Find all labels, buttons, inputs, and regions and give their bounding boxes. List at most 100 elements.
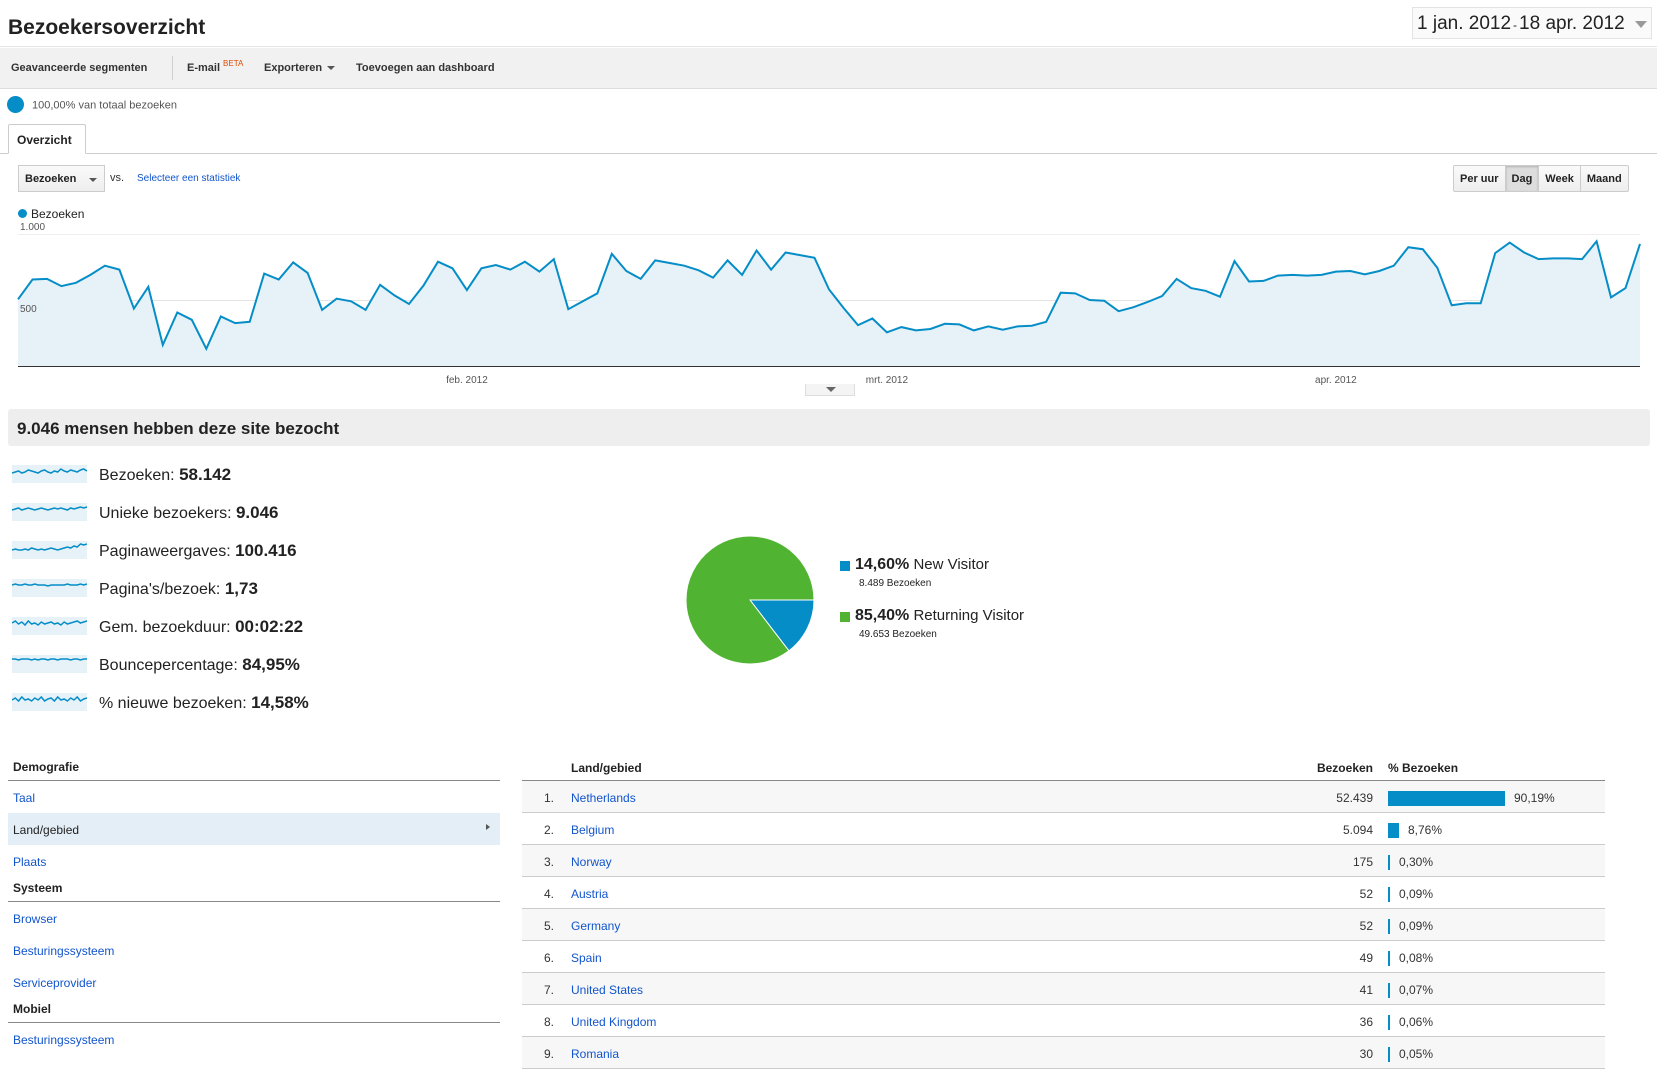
metric-value: 1,73: [224, 579, 258, 598]
pie-sub-new: 8.489 Bezoeken: [859, 578, 932, 589]
row-rank: 2.: [544, 823, 555, 837]
collapse-chart-handle[interactable]: [805, 384, 855, 396]
add-to-dashboard-button[interactable]: Toevoegen aan dashboard: [356, 62, 495, 74]
x-tick-label: apr. 2012: [1315, 375, 1357, 386]
row-country-link[interactable]: Germany: [571, 919, 620, 933]
metric-value: 00:02:22: [235, 617, 304, 636]
metric-unique-visitors: Unieke bezoekers: 9.046: [99, 503, 279, 523]
sparkline-avg-duration: [12, 617, 87, 635]
row-country-link[interactable]: Romania: [571, 1047, 619, 1061]
row-pct: 0,09%: [1399, 887, 1434, 901]
export-label: Exporteren: [264, 62, 323, 74]
row-pct-bar: [1388, 791, 1505, 806]
metric-new-visits: % nieuwe bezoeken: 14,58%: [99, 693, 309, 713]
metric-value: 14,58%: [251, 693, 309, 712]
y-tick-label: 1.000: [20, 222, 45, 233]
segment-label: 100,00% van totaal bezoeken: [32, 99, 177, 112]
metric-label: Bezoeken:: [99, 467, 175, 484]
metric-value: 58.142: [179, 465, 232, 484]
row-visits: 175: [1352, 855, 1373, 869]
email-button[interactable]: E-mail BETA: [187, 59, 243, 74]
row-rank: 7.: [544, 983, 555, 997]
nav-item-os[interactable]: Besturingssysteem: [8, 934, 500, 966]
granularity-week-button[interactable]: Week: [1539, 166, 1581, 191]
advanced-segments-button[interactable]: Geavanceerde segmenten: [11, 62, 147, 74]
export-button[interactable]: Exporteren: [264, 62, 336, 74]
toolbar-divider: [172, 56, 173, 80]
table-row: 1. Netherlands 52.439 90,19%: [522, 781, 1605, 813]
row-pct-bar: [1388, 1015, 1390, 1030]
row-rank: 8.: [544, 1015, 555, 1029]
row-rank: 5.: [544, 919, 555, 933]
nav-item-mobile-os[interactable]: Besturingssysteem: [8, 1023, 500, 1055]
metric-bounce-rate: Bouncepercentage: 84,95%: [99, 655, 300, 675]
pie-icon: [7, 96, 24, 113]
date-range-picker[interactable]: 1 jan. 2012-18 apr. 2012: [1412, 7, 1652, 39]
row-rank: 4.: [544, 887, 555, 901]
nav-heading-mobile: Mobiel: [8, 998, 500, 1023]
chevron-down-icon: [826, 387, 836, 392]
chart-legend: Bezoeken: [18, 207, 84, 221]
row-pct-bar: [1388, 919, 1390, 934]
dimension-nav: Demografie Taal Land/gebied Plaats Syste…: [8, 756, 500, 1055]
visits-line-chart: 1.000 500 feb. 2012 mrt. 2012 apr. 2012: [17, 222, 1641, 386]
row-country-link[interactable]: Netherlands: [571, 791, 636, 805]
pie-sub-returning: 49.653 Bezoeken: [859, 629, 937, 640]
granularity-hourly-button[interactable]: Per uur: [1454, 166, 1506, 191]
sparkline-unique-visitors: [12, 503, 87, 521]
nav-item-label: Land/gebied: [13, 823, 80, 837]
row-country-link[interactable]: Spain: [571, 951, 602, 965]
date-separator: -: [1513, 18, 1518, 32]
table-header: Land/gebied Bezoeken % Bezoeken: [522, 756, 1605, 781]
row-rank: 1.: [544, 791, 555, 805]
row-country-link[interactable]: Norway: [571, 855, 612, 869]
row-country-link[interactable]: Austria: [571, 887, 608, 901]
select-metric-link[interactable]: Selecteer een statistiek: [137, 173, 240, 184]
tab-bar-line: [0, 153, 1657, 154]
row-visits: 49: [1359, 951, 1373, 965]
metric-dropdown[interactable]: Bezoeken: [18, 165, 105, 192]
nav-item-provider[interactable]: Serviceprovider: [8, 966, 500, 998]
col-header-pct[interactable]: % Bezoeken: [1388, 761, 1458, 775]
col-header-country[interactable]: Land/gebied: [571, 761, 642, 775]
row-rank: 9.: [544, 1047, 555, 1061]
metric-value: 9.046: [235, 503, 279, 522]
x-tick-label: feb. 2012: [446, 375, 488, 386]
table-row: 7. United States 41 0,07%: [522, 973, 1605, 1005]
row-country-link[interactable]: United Kingdom: [571, 1015, 656, 1029]
granularity-month-button[interactable]: Maand: [1581, 166, 1628, 191]
row-pct: 90,19%: [1514, 791, 1555, 805]
table-row: 5. Germany 52 0,09%: [522, 909, 1605, 941]
metric-label: Gem. bezoekduur:: [99, 619, 231, 636]
sparkline-bg: [12, 693, 87, 711]
col-header-visits[interactable]: Bezoeken: [1317, 761, 1373, 775]
chevron-down-icon[interactable]: [1635, 21, 1647, 28]
email-label: E-mail: [187, 62, 221, 74]
row-country-link[interactable]: Belgium: [571, 823, 614, 837]
row-pct: 0,30%: [1399, 855, 1434, 869]
table-row: 6. Spain 49 0,08%: [522, 941, 1605, 973]
row-pct-bar: [1388, 823, 1399, 838]
metric-label: Pagina's/bezoek:: [99, 581, 221, 598]
row-visits: 41: [1359, 983, 1373, 997]
metric-avg-duration: Gem. bezoekduur: 00:02:22: [99, 617, 303, 637]
vs-label: vs.: [110, 172, 125, 184]
segment-indicator[interactable]: 100,00% van totaal bezoeken: [7, 96, 177, 114]
sparkline-bg: [12, 579, 87, 597]
x-tick-label: mrt. 2012: [866, 375, 909, 386]
row-pct-bar: [1388, 1047, 1390, 1062]
row-country-link[interactable]: United States: [571, 983, 643, 997]
sparkline-bg: [12, 617, 87, 635]
nav-item-city[interactable]: Plaats: [8, 845, 500, 877]
nav-item-browser[interactable]: Browser: [8, 902, 500, 934]
nav-item-country[interactable]: Land/gebied: [8, 813, 500, 845]
row-pct: 0,08%: [1399, 951, 1434, 965]
sparkline-bg: [12, 465, 87, 483]
granularity-day-button[interactable]: Dag: [1505, 166, 1540, 191]
metric-label: Bezoeken: [25, 173, 77, 185]
legend-swatch-returning: [840, 612, 850, 622]
tab-overview[interactable]: Overzicht: [8, 124, 86, 154]
nav-item-language[interactable]: Taal: [8, 781, 500, 813]
toolbar: Geavanceerde segmenten E-mail BETA Export…: [0, 48, 1657, 89]
row-pct-bar: [1388, 887, 1390, 902]
